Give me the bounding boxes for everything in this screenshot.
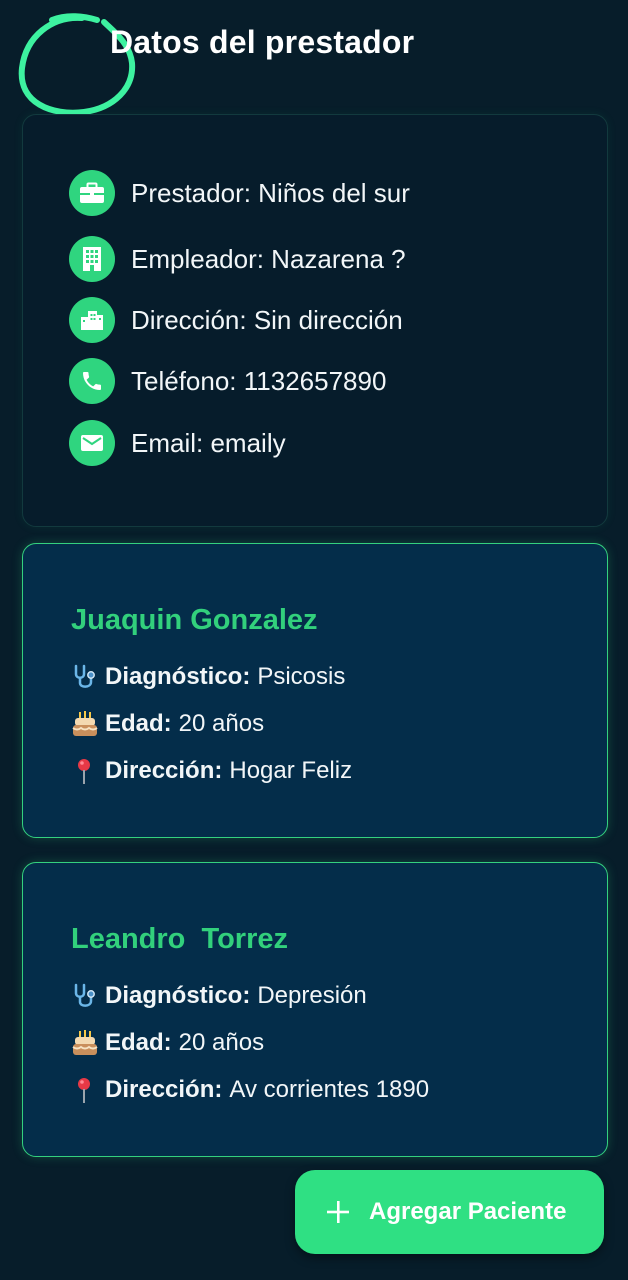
address-value: Av corrientes 1890 bbox=[229, 1076, 430, 1103]
phone-icon bbox=[69, 358, 115, 404]
patient-age: Edad: 20 años bbox=[71, 709, 264, 739]
diagnosis-value: Depresión bbox=[257, 982, 367, 1009]
patient-name: Juaquin Gonzalez bbox=[71, 604, 318, 636]
birthday-cake-icon bbox=[71, 709, 105, 739]
patient-address: Dirección: Hogar Feliz bbox=[71, 756, 352, 786]
age-label: Edad: bbox=[105, 710, 172, 737]
diagnosis-label: Diagnóstico: bbox=[105, 663, 251, 690]
address-value: Hogar Feliz bbox=[229, 757, 353, 784]
age-value: 20 años bbox=[178, 1029, 265, 1056]
location-city-icon bbox=[69, 297, 115, 343]
provider-row-email: Email: emaily bbox=[69, 420, 286, 466]
address-text: Dirección: Sin dirección bbox=[131, 304, 403, 335]
pin-icon bbox=[71, 756, 105, 786]
provider-card: Prestador: Niños del sur Empleador: Naza… bbox=[22, 114, 608, 527]
patient-address: Dirección: Av corrientes 1890 bbox=[71, 1075, 429, 1105]
address-label: Dirección: bbox=[105, 1076, 223, 1103]
patient-diagnosis: Diagnóstico: Depresión bbox=[71, 981, 367, 1011]
patient-card[interactable]: Juaquin Gonzalez Diagnóstico: Psicosis E… bbox=[22, 543, 608, 838]
provider-name-text: Prestador: Niños del sur bbox=[131, 177, 410, 208]
address-label: Dirección: bbox=[105, 757, 223, 784]
birthday-cake-icon bbox=[71, 1028, 105, 1058]
email-icon bbox=[69, 420, 115, 466]
pin-icon bbox=[71, 1075, 105, 1105]
employer-text: Empleador: Nazarena ? bbox=[131, 243, 406, 274]
patient-card[interactable]: Leandro Torrez Diagnóstico: Depresión Ed… bbox=[22, 862, 608, 1157]
building-icon bbox=[69, 236, 115, 282]
screen: Datos del prestador Prestador: Niños del… bbox=[0, 0, 628, 1280]
stethoscope-icon bbox=[71, 981, 105, 1011]
provider-row-empleador: Empleador: Nazarena ? bbox=[69, 236, 406, 282]
provider-row-prestador: Prestador: Niños del sur bbox=[69, 170, 410, 216]
patient-diagnosis: Diagnóstico: Psicosis bbox=[71, 662, 345, 692]
phone-text: Teléfono: 1132657890 bbox=[131, 365, 387, 396]
header: Datos del prestador bbox=[0, 0, 628, 116]
patient-age: Edad: 20 años bbox=[71, 1028, 264, 1058]
add-patient-button[interactable]: Agregar Paciente bbox=[295, 1170, 604, 1254]
page-title: Datos del prestador bbox=[110, 24, 415, 60]
email-text: Email: emaily bbox=[131, 427, 286, 458]
stethoscope-icon bbox=[71, 662, 105, 692]
add-patient-label: Agregar Paciente bbox=[369, 1198, 567, 1225]
age-value: 20 años bbox=[178, 710, 265, 737]
provider-row-telefono: Teléfono: 1132657890 bbox=[69, 358, 386, 404]
diagnosis-label: Diagnóstico: bbox=[105, 982, 251, 1009]
plus-icon bbox=[327, 1201, 349, 1223]
age-label: Edad: bbox=[105, 1029, 172, 1056]
diagnosis-value: Psicosis bbox=[257, 663, 346, 690]
patient-name: Leandro Torrez bbox=[71, 923, 288, 955]
provider-row-direccion: Dirección: Sin dirección bbox=[69, 297, 403, 343]
briefcase-icon bbox=[69, 170, 115, 216]
